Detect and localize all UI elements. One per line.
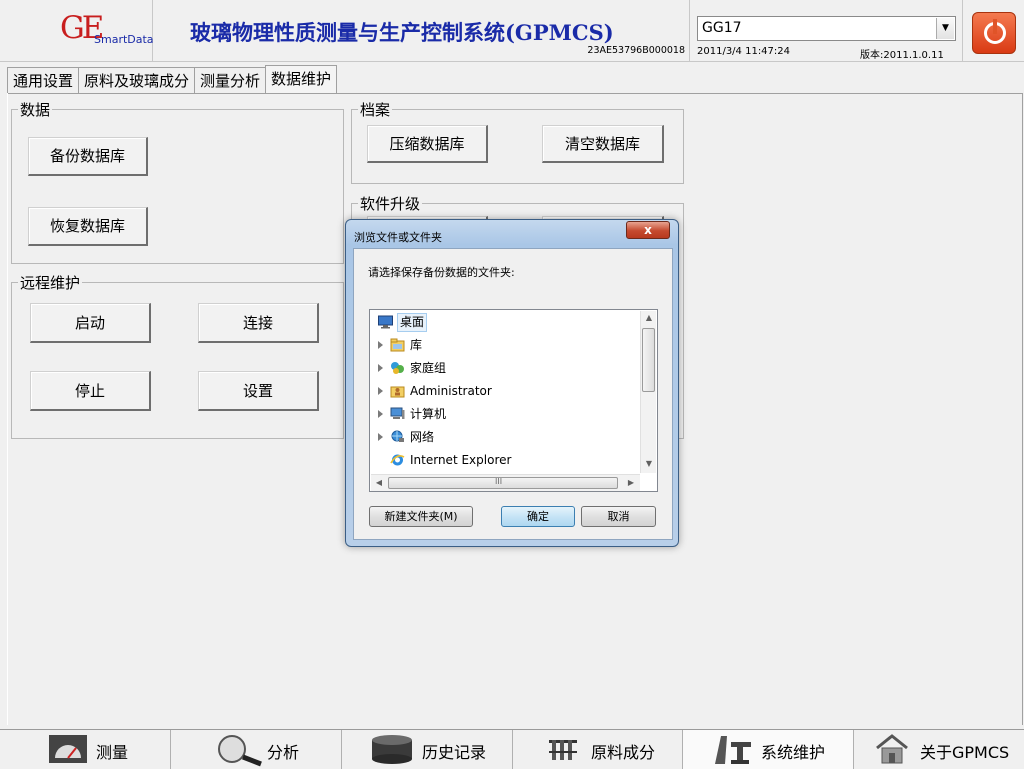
dropdown-arrow-icon[interactable]: ▼ [936, 18, 954, 39]
nav-materials[interactable]: 原料成分 [513, 730, 683, 769]
tree-horizontal-scrollbar[interactable]: ◀ III ▶ [371, 474, 640, 491]
nav-analysis[interactable]: 分析 [171, 730, 342, 769]
datetime-display: 2011/3/4 11:47:24 [697, 46, 791, 57]
gauge-icon [49, 735, 87, 763]
scroll-up-icon[interactable]: ▲ [642, 313, 656, 322]
expand-arrow-icon[interactable] [378, 341, 383, 349]
folder-tree[interactable]: 桌面 库 家庭组 Administrator 计算机 网络 Internet E… [369, 309, 658, 492]
remote-start-button[interactable]: 启动 [30, 303, 151, 343]
desktop-icon [378, 315, 393, 329]
nav-label: 分析 [267, 743, 300, 762]
nav-label: 历史记录 [422, 743, 487, 762]
dialog-prompt: 请选择保存备份数据的文件夹: [368, 266, 515, 279]
tree-item-label: 网络 [410, 430, 435, 444]
group-upgrade-title: 软件升级 [358, 193, 423, 214]
logo: GE SmartData [0, 0, 154, 61]
scroll-down-icon[interactable]: ▼ [642, 459, 656, 468]
dialog-title: 浏览文件或文件夹 [354, 231, 442, 244]
remote-settings-button[interactable]: 设置 [198, 371, 319, 411]
user-folder-icon [390, 386, 405, 398]
group-data-title: 数据 [18, 99, 53, 120]
power-icon-line [993, 19, 997, 34]
header-bar: GE SmartData 玻璃物理性质测量与生产控制系统(GPMCS) 23AE… [0, 0, 1024, 62]
tab-data-maintenance[interactable]: 数据维护 [265, 65, 338, 94]
group-archive: 档案 压缩数据库 清空数据库 [351, 99, 684, 184]
magnifier-icon [218, 735, 262, 767]
version-label: 版本:2011.1.0.11 [860, 50, 944, 61]
scroll-grip: III [495, 477, 503, 486]
tools-icon [715, 736, 751, 764]
scroll-left-icon[interactable]: ◀ [372, 478, 386, 487]
nav-system-maintenance[interactable]: 系统维护 [683, 730, 854, 769]
nav-label: 原料成分 [591, 743, 656, 762]
serial-number: 23AE53796B000018 [587, 45, 685, 56]
library-icon [390, 338, 405, 352]
nav-measure[interactable]: 测量 [0, 730, 171, 769]
group-remote-title: 远程维护 [18, 272, 83, 293]
power-button[interactable] [972, 12, 1016, 54]
vertical-scroll-thumb[interactable] [642, 328, 655, 392]
header-divider [689, 0, 690, 61]
tree-item-label: Administrator [410, 384, 492, 398]
nav-about[interactable]: 关于GPMCS [854, 730, 1024, 769]
nav-history[interactable]: 历史记录 [342, 730, 513, 769]
restore-database-button[interactable]: 恢复数据库 [28, 207, 148, 246]
test-tubes-icon [549, 740, 577, 760]
remote-connect-button[interactable]: 连接 [198, 303, 319, 343]
main-tabs: 通用设置 原料及玻璃成分 测量分析 数据维护 [7, 65, 338, 94]
house-icon [876, 734, 908, 764]
tree-vertical-scrollbar[interactable]: ▲ ▼ [640, 311, 656, 473]
tree-item-label: 库 [410, 338, 423, 352]
product-select[interactable]: GG17 ▼ [697, 16, 956, 41]
expand-arrow-icon[interactable] [378, 410, 383, 418]
compress-database-button[interactable]: 压缩数据库 [367, 125, 488, 163]
new-folder-button[interactable]: 新建文件夹(M) [369, 506, 473, 527]
product-select-value: GG17 [702, 20, 742, 36]
backup-database-button[interactable]: 备份数据库 [28, 137, 148, 176]
database-icon [372, 735, 412, 764]
expand-arrow-icon[interactable] [378, 433, 383, 441]
expand-arrow-icon[interactable] [378, 387, 383, 395]
homegroup-icon [391, 362, 404, 374]
tree-item-label: Internet Explorer [410, 453, 512, 467]
remote-stop-button[interactable]: 停止 [30, 371, 151, 411]
tree-item-label: 家庭组 [410, 361, 447, 375]
browse-folder-dialog: 浏览文件或文件夹 x 请选择保存备份数据的文件夹: 桌面 库 家庭组 Admin… [345, 219, 679, 547]
group-remote-maintenance: 远程维护 启动 连接 停止 设置 [11, 272, 344, 439]
header-divider [962, 0, 963, 61]
scroll-right-icon[interactable]: ▶ [624, 478, 638, 487]
logo-smartdata-text: SmartData [94, 33, 154, 46]
tree-item-label: 计算机 [410, 407, 447, 421]
app-title: 玻璃物理性质测量与生产控制系统(GPMCS) [190, 20, 614, 45]
nav-label: 系统维护 [761, 743, 826, 762]
dialog-body: 请选择保存备份数据的文件夹: 桌面 库 家庭组 Administrator 计算… [353, 248, 673, 540]
dialog-close-button[interactable]: x [626, 221, 670, 239]
tab-general-settings[interactable]: 通用设置 [7, 67, 79, 94]
clear-database-button[interactable]: 清空数据库 [542, 125, 664, 163]
tab-materials-composition[interactable]: 原料及玻璃成分 [78, 67, 195, 94]
nav-label: 关于GPMCS [920, 743, 1010, 762]
cancel-button[interactable]: 取消 [581, 506, 656, 527]
group-data: 数据 备份数据库 恢复数据库 [11, 99, 344, 264]
tree-item-label: 桌面 [397, 313, 428, 332]
internet-explorer-icon [390, 454, 405, 466]
tab-measurement-analysis[interactable]: 测量分析 [194, 67, 266, 94]
group-archive-title: 档案 [358, 99, 393, 120]
expand-arrow-icon[interactable] [378, 364, 383, 372]
ok-button[interactable]: 确定 [501, 506, 575, 527]
computer-icon [390, 407, 405, 419]
bottom-nav: 测量 分析 历史记录 原料成分 系统维护 关于GPMCS [0, 729, 1024, 769]
network-icon [391, 430, 404, 442]
horizontal-scroll-thumb[interactable]: III [388, 477, 618, 489]
nav-label: 测量 [96, 743, 129, 762]
